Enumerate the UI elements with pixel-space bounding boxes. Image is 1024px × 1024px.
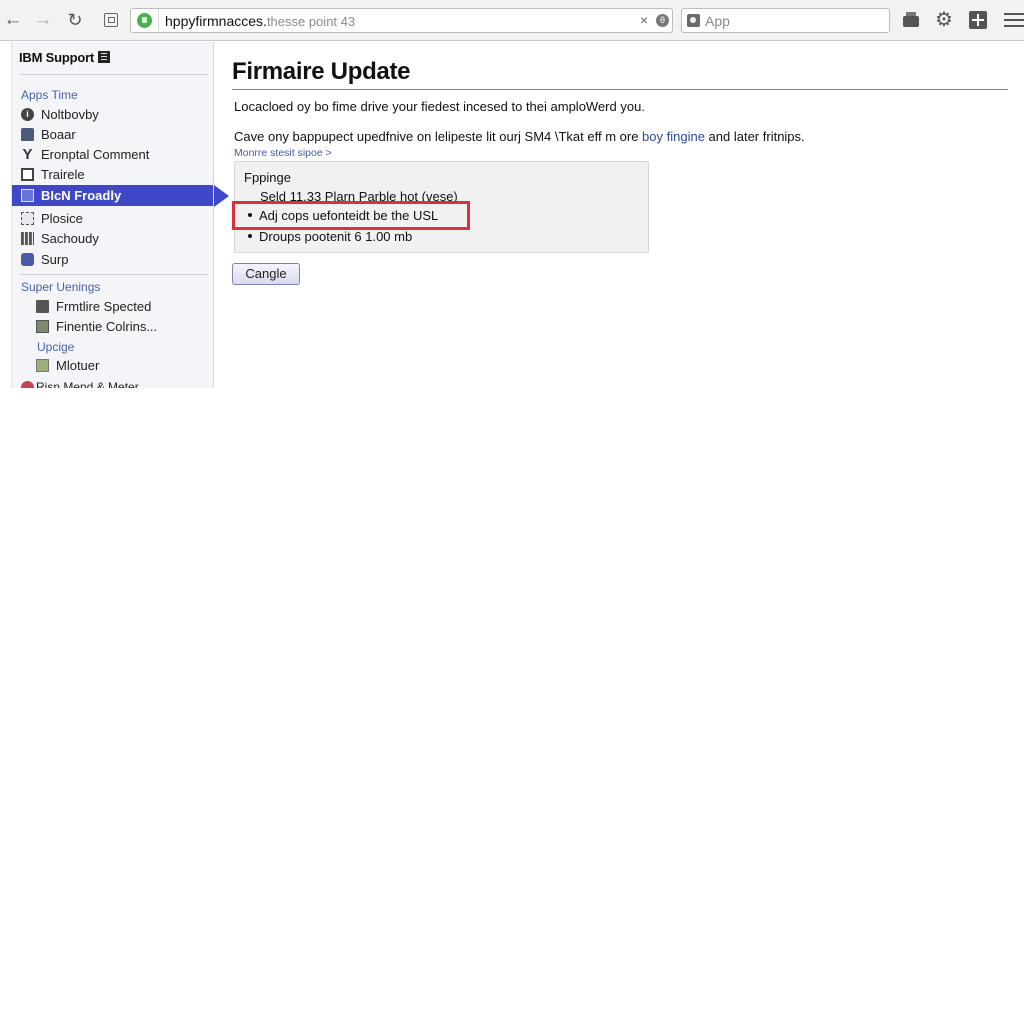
url-path: thesse point 43 bbox=[266, 14, 356, 29]
add-button[interactable] bbox=[969, 11, 987, 29]
url-text[interactable]: hppyfirmnacces.thesse point 43 bbox=[165, 13, 355, 29]
firmware-icon bbox=[36, 300, 49, 313]
sidebar-item-mlotuer[interactable]: Mlotuer bbox=[12, 356, 213, 376]
clear-url-icon[interactable]: × bbox=[640, 12, 648, 28]
sidebar: IBM Support Apps Time i Noltbovby Boaar … bbox=[11, 42, 214, 388]
search-engine-icon bbox=[687, 14, 700, 27]
section-title-apps-time: Apps Time bbox=[21, 88, 78, 102]
list-icon bbox=[98, 51, 111, 63]
sidebar-item-risn-mend-meter[interactable]: Risn Mend & Meter bbox=[12, 377, 213, 388]
browser-toolbar: ← → ↻ hppyfirmnacces.thesse point 43 × θ… bbox=[0, 0, 1024, 41]
sidebar-item-sachoudy[interactable]: Sachoudy bbox=[12, 229, 213, 249]
frame-icon bbox=[21, 168, 34, 181]
section-title-upcige: Upcige bbox=[37, 340, 75, 354]
sidebar-item-firmware-spected[interactable]: Frmtlire Spected bbox=[12, 297, 213, 317]
highlight-annotation bbox=[232, 201, 470, 230]
section-title-super-uenings: Super Uenings bbox=[21, 280, 101, 294]
menu-button[interactable] bbox=[1004, 11, 1024, 29]
sidebar-item-plosice[interactable]: Plosice bbox=[12, 209, 213, 229]
printer-button[interactable] bbox=[902, 11, 920, 29]
inline-link[interactable]: boy fingine bbox=[642, 129, 705, 144]
reload-icon: ↻ bbox=[67, 10, 83, 30]
forward-button[interactable]: → bbox=[32, 9, 54, 31]
sidebar-item-finentie-colrins[interactable]: Finentie Colrins... bbox=[12, 317, 213, 337]
document-icon bbox=[21, 189, 34, 202]
sidebar-item-boaar[interactable]: Boaar bbox=[12, 125, 213, 145]
sidebar-brand: IBM Support bbox=[19, 50, 111, 65]
home-button[interactable] bbox=[100, 9, 122, 31]
search-box[interactable]: App bbox=[681, 8, 890, 33]
divider bbox=[21, 74, 208, 75]
active-item-pointer bbox=[214, 185, 229, 207]
page-info-icon[interactable]: θ bbox=[656, 14, 669, 27]
address-bar[interactable]: hppyfirmnacces.thesse point 43 × θ bbox=[130, 8, 673, 33]
sidebar-item-bicn-froadly[interactable]: BIcN Froadly bbox=[12, 185, 213, 206]
phone-icon bbox=[21, 253, 34, 266]
board-icon bbox=[21, 128, 34, 141]
site-security-indicator[interactable] bbox=[131, 9, 159, 32]
intro-paragraph: Locacloed oy bo fime drive your fiedest … bbox=[234, 99, 645, 114]
hamburger-icon bbox=[1004, 13, 1024, 15]
sidebar-item-noltbovby[interactable]: i Noltbovby bbox=[12, 105, 213, 125]
sidebar-item-eronptal-comment[interactable]: Y Eronptal Comment bbox=[12, 145, 213, 165]
reload-button[interactable]: ↻ bbox=[64, 9, 86, 31]
cancel-button[interactable]: Cangle bbox=[232, 263, 300, 285]
risk-icon bbox=[21, 381, 34, 388]
antenna-icon: Y bbox=[22, 146, 33, 163]
more-details-link[interactable]: Monrre stesit sipoe > bbox=[234, 147, 332, 159]
panel-icon bbox=[36, 320, 49, 333]
arrow-left-icon: ← bbox=[3, 9, 23, 30]
arrow-right-icon: → bbox=[33, 9, 53, 30]
settings-button[interactable]: ⚙ bbox=[935, 9, 953, 31]
search-placeholder: App bbox=[705, 13, 730, 29]
gear-icon: ⚙ bbox=[935, 9, 953, 31]
page-title: Firmaire Update bbox=[232, 58, 411, 85]
bullet-icon bbox=[248, 234, 252, 238]
calendar-icon bbox=[21, 232, 34, 245]
divider bbox=[21, 274, 208, 275]
secure-lock-icon bbox=[137, 13, 152, 28]
title-divider bbox=[232, 89, 1008, 90]
back-button[interactable]: ← bbox=[2, 9, 24, 31]
motor-icon bbox=[36, 359, 49, 372]
details-heading: Fppinge bbox=[244, 170, 291, 185]
sidebar-item-trairele[interactable]: Trairele bbox=[12, 165, 213, 185]
home-icon bbox=[104, 13, 118, 27]
sidebar-item-surp[interactable]: Surp bbox=[12, 250, 213, 270]
description-paragraph: Cave ony bappupect upedfnive on lelipest… bbox=[234, 129, 805, 144]
details-bullet: Droups pootenit 6 1.00 mb bbox=[248, 229, 412, 244]
url-host: hppyfirmnacces. bbox=[165, 13, 267, 29]
plosice-icon bbox=[21, 212, 34, 225]
info-icon: i bbox=[21, 108, 34, 121]
